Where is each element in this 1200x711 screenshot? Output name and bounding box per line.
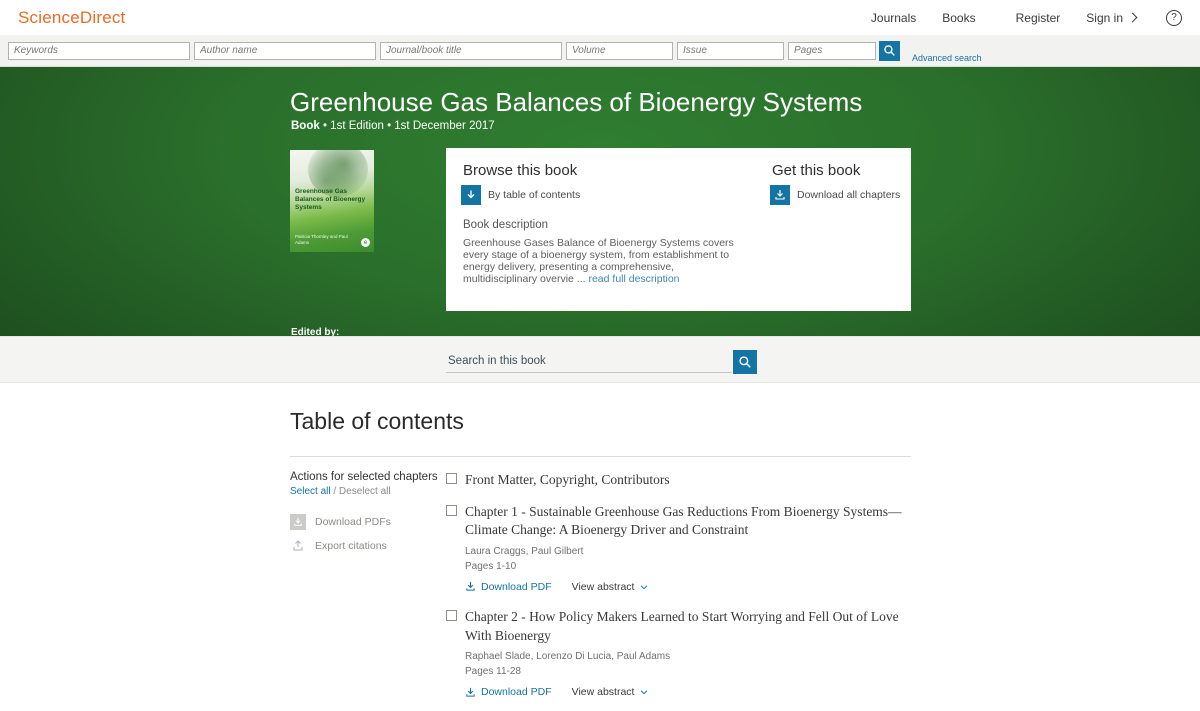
chapter-actions: Download PDF View abstract — [465, 581, 912, 593]
download-icon — [465, 581, 476, 592]
top-nav: Journals Books Register Sign in ? — [871, 10, 1182, 26]
chapter-title[interactable]: Front Matter, Copyright, Contributors — [465, 471, 912, 490]
chapter-checkbox[interactable] — [446, 505, 457, 516]
chapter-title[interactable]: Chapter 1 - Sustainable Greenhouse Gas R… — [465, 503, 912, 540]
top-header: ScienceDirect Journals Books Register Si… — [0, 0, 1200, 35]
chevron-down-icon — [639, 687, 649, 697]
sciencedirect-logo[interactable]: ScienceDirect — [18, 8, 125, 28]
journal-book-title-input[interactable] — [380, 42, 562, 60]
chevron-down-icon — [639, 582, 649, 592]
publisher-logo-icon: e — [361, 238, 370, 247]
keywords-input[interactable] — [8, 42, 190, 60]
view-abstract-label: View abstract — [572, 581, 635, 593]
export-citations-icon — [290, 538, 306, 554]
chapter-actions-panel: Actions for selected chapters Select all… — [290, 471, 440, 554]
quick-search-bar: Advanced search — [0, 35, 1200, 67]
nav-books[interactable]: Books — [942, 11, 975, 25]
download-pdfs-icon — [290, 514, 306, 530]
search-button[interactable] — [879, 41, 900, 61]
chapter-actions: Download PDF View abstract — [465, 686, 912, 698]
download-pdf-link[interactable]: Download PDF — [465, 581, 552, 593]
volume-input[interactable] — [566, 42, 673, 60]
book-cover[interactable]: Greenhouse Gas Balances of Bioenergy Sys… — [290, 150, 374, 252]
book-meta: Book • 1st Edition • 1st December 2017 — [291, 120, 495, 132]
chapter-checkbox[interactable] — [446, 610, 457, 621]
book-description-text: Greenhouse Gases Balance of Bioenergy Sy… — [463, 237, 741, 285]
toc-row-chapter-1: Chapter 1 - Sustainable Greenhouse Gas R… — [446, 503, 912, 593]
download-all-chapters-label: Download all chapters — [797, 189, 900, 201]
help-icon[interactable]: ? — [1166, 10, 1182, 26]
separator: / — [333, 486, 336, 497]
search-icon — [883, 44, 896, 57]
download-all-chapters-link[interactable]: Download all chapters — [770, 185, 900, 205]
browse-this-book-heading: Browse this book — [463, 162, 577, 179]
nav-sign-in[interactable]: Sign in — [1086, 11, 1136, 25]
chapter-meta: Laura Craggs, Paul Gilbert Pages 1-10 — [465, 544, 912, 574]
toc-row-front-matter: Front Matter, Copyright, Contributors — [446, 471, 912, 490]
download-pdf-label: Download PDF — [481, 686, 552, 698]
book-info-card: Browse this book By table of contents Ge… — [446, 148, 911, 311]
by-table-of-contents-label: By table of contents — [488, 189, 580, 201]
sign-in-label: Sign in — [1086, 11, 1123, 25]
select-controls: Select all / Deselect all — [290, 486, 440, 497]
nav-register[interactable]: Register — [1016, 11, 1061, 25]
chapter-checkbox[interactable] — [446, 473, 457, 484]
nav-journals[interactable]: Journals — [871, 11, 916, 25]
search-in-book-button[interactable] — [733, 350, 757, 374]
download-pdf-link[interactable]: Download PDF — [465, 686, 552, 698]
toc-list: Front Matter, Copyright, Contributors Ch… — [446, 471, 912, 711]
get-this-book-heading: Get this book — [772, 162, 860, 179]
author-name-input[interactable] — [194, 42, 376, 60]
download-pdfs-label: Download PDFs — [315, 516, 391, 528]
book-meta-type: Book — [291, 120, 320, 132]
select-all-link[interactable]: Select all — [290, 486, 331, 497]
book-title: Greenhouse Gas Balances of Bioenergy Sys… — [290, 87, 862, 118]
book-search-band — [0, 336, 1200, 383]
advanced-search-link[interactable]: Advanced search — [912, 53, 982, 63]
chapter-pages: Pages 1-10 — [465, 559, 912, 574]
book-hero: Greenhouse Gas Balances of Bioenergy Sys… — [0, 67, 1200, 336]
read-full-description-link[interactable]: read full description — [588, 273, 679, 285]
chapter-title[interactable]: Chapter 2 - How Policy Makers Learned to… — [465, 608, 912, 645]
actions-heading: Actions for selected chapters — [290, 471, 440, 483]
book-meta-edition: • 1st Edition • 1st December 2017 — [323, 120, 495, 132]
chapter-pages: Pages 11-28 — [465, 664, 912, 679]
download-pdf-label: Download PDF — [481, 581, 552, 593]
view-abstract-link[interactable]: View abstract — [572, 686, 650, 698]
search-in-book-input[interactable] — [446, 350, 732, 373]
chevron-right-icon — [1128, 13, 1138, 23]
book-description-heading: Book description — [463, 219, 548, 231]
by-table-of-contents-link[interactable]: By table of contents — [461, 185, 580, 205]
toc-row-chapter-2: Chapter 2 - How Policy Makers Learned to… — [446, 608, 912, 698]
deselect-all-link[interactable]: Deselect all — [339, 486, 391, 497]
export-citations-label: Export citations — [315, 540, 387, 552]
download-pdfs-button[interactable]: Download PDFs — [290, 514, 440, 530]
chapter-meta: Raphael Slade, Lorenzo Di Lucia, Paul Ad… — [465, 649, 912, 679]
divider — [290, 456, 911, 457]
table-of-contents-heading: Table of contents — [290, 408, 464, 435]
cover-title: Greenhouse Gas Balances of Bioenergy Sys… — [295, 188, 367, 212]
issue-input[interactable] — [677, 42, 784, 60]
download-icon — [465, 687, 476, 698]
chapter-authors: Laura Craggs, Paul Gilbert — [465, 544, 912, 559]
pages-input[interactable] — [788, 42, 876, 60]
view-abstract-label: View abstract — [572, 686, 635, 698]
export-citations-button[interactable]: Export citations — [290, 538, 440, 554]
download-icon — [770, 185, 790, 205]
view-abstract-link[interactable]: View abstract — [572, 581, 650, 593]
search-icon — [738, 355, 752, 369]
table-of-contents-icon — [461, 185, 481, 205]
cover-authors: Patricia Thornley and Paul Adams — [295, 234, 355, 246]
